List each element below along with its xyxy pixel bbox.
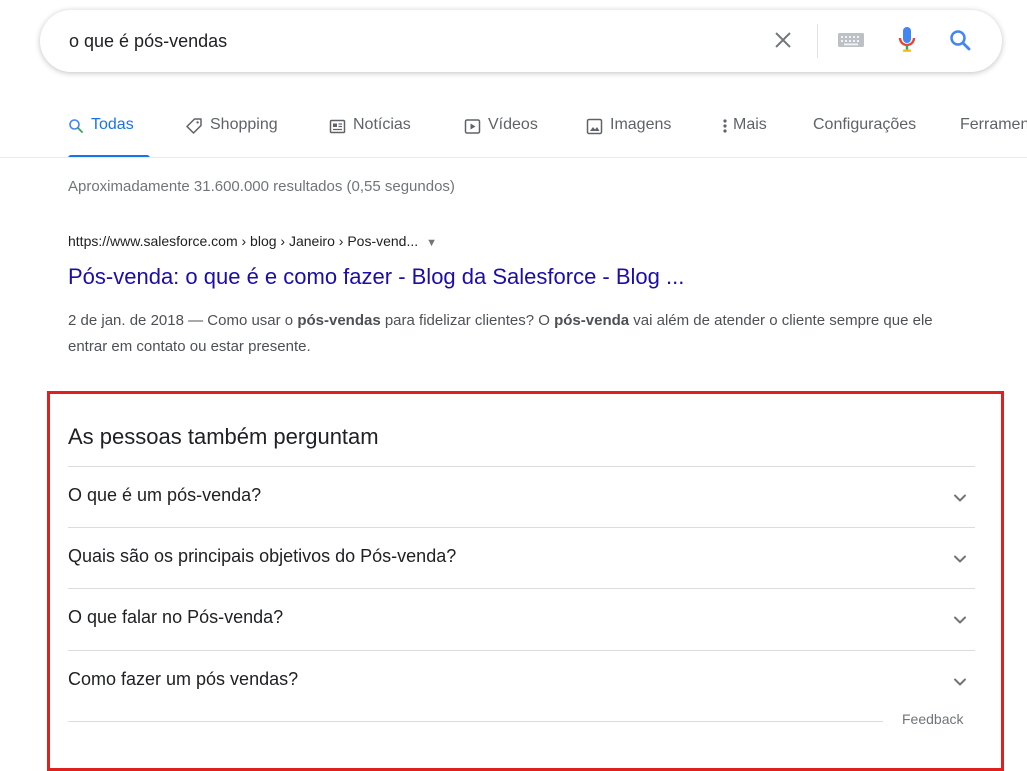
feedback-link[interactable]: Feedback	[902, 711, 963, 727]
tab-videos[interactable]: Vídeos	[464, 108, 538, 158]
snippet-text: 2 de jan. de 2018 — Como usar o	[68, 312, 298, 329]
tab-label: Todas	[91, 116, 134, 133]
keyboard-button[interactable]	[834, 27, 868, 57]
paa-question-text: Como fazer um pós vendas?	[68, 669, 299, 689]
search-box	[40, 10, 1002, 72]
paa-question[interactable]: Como fazer um pós vendas?	[68, 650, 975, 711]
result-snippet: 2 de jan. de 2018 — Como usar o pós-vend…	[68, 308, 948, 360]
tab-label: Configurações	[813, 116, 917, 133]
search-icon	[948, 28, 972, 57]
snippet-text: para fidelizar clientes? O	[380, 312, 555, 329]
play-icon	[464, 116, 481, 136]
paa-question[interactable]: Quais são os principais objetivos do Pós…	[68, 527, 975, 588]
tab-ferramentas[interactable]: Ferramentas	[960, 108, 1027, 158]
paa-bottom-divider	[68, 721, 883, 722]
paa-heading: As pessoas também perguntam	[68, 424, 379, 449]
tab-noticias[interactable]: Notícias	[329, 108, 411, 158]
search-input[interactable]	[69, 26, 759, 56]
search-button[interactable]	[944, 26, 976, 58]
tab-mais[interactable]: Mais	[722, 108, 767, 158]
tab-label: Ferramentas	[960, 116, 1027, 133]
chevron-down-icon	[951, 673, 969, 691]
chevron-down-icon	[951, 611, 969, 629]
keyboard-icon	[837, 31, 865, 54]
chevron-down-icon	[951, 550, 969, 568]
paa-question-text: Quais são os principais objetivos do Pós…	[68, 546, 457, 566]
search-tabs: Todas Shopping Notícias Vídeos Imagens M…	[0, 108, 1027, 158]
tab-label: Imagens	[610, 116, 672, 133]
newspaper-icon	[329, 116, 346, 136]
voice-search-button[interactable]	[893, 25, 921, 59]
result-title-link[interactable]: Pós-venda: o que é e como fazer - Blog d…	[68, 264, 684, 290]
result-stats: Aproximadamente 31.600.000 resultados (0…	[68, 178, 455, 195]
snippet-bold: pós-venda	[554, 312, 630, 329]
tab-label: Shopping	[210, 116, 278, 133]
result-url-text: https://www.salesforce.com › blog › Jane…	[68, 233, 419, 249]
microphone-icon	[897, 25, 917, 60]
paa-question[interactable]: O que é um pós-venda?	[68, 466, 975, 527]
paa-question-text: O que falar no Pós-venda?	[68, 607, 284, 627]
tab-label: Notícias	[353, 116, 411, 133]
tab-todas[interactable]: Todas	[68, 108, 150, 158]
search-icon	[68, 116, 84, 136]
tab-label: Vídeos	[488, 116, 538, 133]
url-menu-caret[interactable]: ▼	[426, 237, 437, 249]
image-icon	[586, 116, 603, 136]
search-divider	[817, 24, 818, 58]
paa-question[interactable]: O que falar no Pós-venda?	[68, 588, 975, 649]
clear-search-button[interactable]	[768, 27, 798, 57]
more-vert-icon	[722, 116, 728, 136]
tab-shopping[interactable]: Shopping	[185, 108, 278, 158]
result-url[interactable]: https://www.salesforce.com › blog › Jane…	[68, 233, 437, 249]
tab-configuracoes[interactable]: Configurações	[813, 108, 916, 158]
chevron-down-icon	[951, 489, 969, 507]
close-icon	[772, 29, 794, 56]
tab-imagens[interactable]: Imagens	[586, 108, 671, 158]
tag-icon	[185, 116, 203, 136]
paa-question-text: O que é um pós-venda?	[68, 485, 262, 505]
tab-label: Mais	[733, 116, 767, 133]
tabs-divider	[0, 157, 1027, 158]
snippet-bold: pós-vendas	[297, 312, 381, 329]
